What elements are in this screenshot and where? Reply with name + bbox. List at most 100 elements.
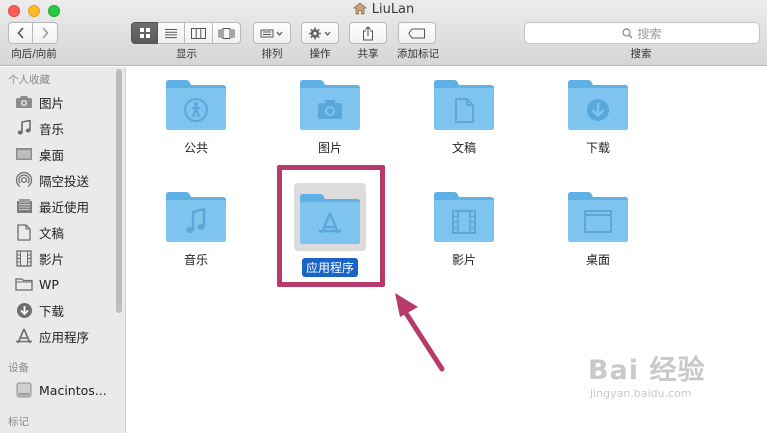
search-icon	[622, 27, 633, 38]
arrange-group	[253, 22, 291, 44]
tag-icon	[408, 28, 425, 38]
folder-item-downloads[interactable]: 下载	[538, 77, 658, 157]
sidebar-item-movies[interactable]: 影片	[14, 247, 64, 269]
sidebar-item-label: 音乐	[39, 121, 65, 137]
document-icon	[14, 223, 34, 241]
folder-item-desktop[interactable]: 桌面	[538, 189, 658, 269]
sidebar-item-label: 影片	[39, 251, 65, 267]
sidebar-item-wp[interactable]: WP	[14, 273, 59, 295]
tags-label: 添加标记	[397, 48, 439, 60]
sidebar-item-music[interactable]: 音乐	[14, 117, 64, 139]
sidebar-item-macintosh-hd[interactable]: Macintos...	[14, 379, 107, 401]
sidebar-item-label: 图片	[39, 95, 65, 111]
share-button[interactable]	[349, 22, 387, 44]
columns-icon	[191, 27, 206, 39]
sidebar-item-label: 桌面	[39, 147, 65, 163]
arrange-button[interactable]	[253, 22, 291, 44]
search-input[interactable]: 搜索	[524, 22, 760, 44]
folder-label: 音乐	[183, 253, 208, 267]
view-label: 显示	[176, 48, 197, 60]
folder-label: 公共	[183, 141, 208, 155]
window-toolbar: LiuLan 向后/向前 显示 排列 操作 共享 添加标记 搜索 搜索	[0, 0, 767, 66]
sidebar-item-airdrop[interactable]: 隔空投送	[14, 169, 89, 191]
sidebar-item-label: 文稿	[39, 225, 65, 241]
folder-icon	[14, 275, 34, 293]
forward-button[interactable]	[33, 22, 58, 44]
chevron-right-icon	[42, 27, 49, 39]
action-group	[301, 22, 339, 44]
watermark-url: jingyan.baidu.com	[590, 387, 692, 400]
sidebar-item-desktop[interactable]: 桌面	[14, 143, 64, 165]
favorites-header: 个人收藏	[8, 74, 50, 86]
tags-header: 标记	[8, 416, 29, 428]
folder-item-pictures[interactable]: 图片	[270, 77, 390, 157]
action-button[interactable]	[301, 22, 339, 44]
sidebar-item-label: 隔空投送	[39, 173, 90, 189]
desktop-folder-icon	[568, 192, 628, 242]
share-icon	[363, 25, 373, 40]
sidebar-item-recents[interactable]: 最近使用	[14, 195, 89, 217]
back-forward-label: 向后/向前	[11, 48, 57, 60]
sidebar-item-pictures[interactable]: 图片	[14, 91, 64, 113]
folder-item-movies[interactable]: 影片	[404, 189, 524, 269]
hard-drive-icon	[14, 381, 34, 399]
sidebar-item-documents[interactable]: 文稿	[14, 221, 64, 243]
airdrop-icon	[14, 171, 34, 189]
search-placeholder: 搜索	[637, 26, 662, 41]
highlight-annotation-box	[277, 165, 385, 287]
gallery-view-button[interactable]	[213, 22, 241, 44]
back-button[interactable]	[8, 22, 33, 44]
sidebar-item-applications[interactable]: 应用程序	[14, 325, 89, 347]
add-tag-button[interactable]	[398, 22, 436, 44]
sidebar: 个人收藏 图片 音乐 桌面 隔空投送 最近使用 文稿 影片 WP 下载 应用程序…	[0, 67, 126, 433]
list-icon	[165, 28, 177, 38]
back-forward-group	[8, 22, 58, 44]
devices-header: 设备	[8, 362, 29, 374]
camera-icon	[14, 93, 34, 111]
icon-view-button[interactable]	[131, 22, 158, 44]
music-folder-icon	[166, 192, 226, 242]
folder-item-public[interactable]: 公共	[136, 77, 256, 157]
music-note-icon	[14, 119, 34, 137]
view-mode-group	[131, 22, 241, 44]
folder-label: 图片	[317, 141, 342, 155]
search-label: 搜索	[630, 48, 652, 60]
sidebar-scrollbar[interactable]	[116, 69, 122, 313]
chevron-left-icon	[16, 27, 24, 39]
sidebar-item-label: 应用程序	[39, 329, 90, 345]
recents-icon	[14, 197, 34, 215]
watermark-brand: Bai 经验	[588, 355, 706, 386]
folder-label: 桌面	[585, 253, 610, 267]
cover-flow-icon	[218, 27, 235, 39]
downloads-folder-icon	[568, 80, 628, 130]
applications-icon	[14, 327, 34, 345]
movies-folder-icon	[434, 192, 494, 242]
folder-item-documents[interactable]: 文稿	[404, 77, 524, 157]
list-view-button[interactable]	[158, 22, 185, 44]
column-view-button[interactable]	[185, 22, 213, 44]
baidu-watermark: Bai 经验 jingyan.baidu.com	[588, 348, 705, 400]
arrange-icon	[260, 29, 283, 37]
tags-group	[398, 22, 436, 44]
arrange-label: 排列	[261, 48, 283, 60]
share-group	[349, 22, 387, 44]
share-label: 共享	[357, 48, 379, 60]
annotation-arrow-icon	[395, 293, 445, 372]
action-label: 操作	[309, 48, 331, 60]
folder-label: 文稿	[451, 141, 476, 155]
sidebar-item-label: 最近使用	[39, 199, 90, 215]
sidebar-item-label: 下载	[39, 303, 65, 319]
gear-icon	[309, 27, 331, 39]
home-icon	[352, 2, 367, 20]
folder-label: 下载	[585, 141, 610, 155]
grid-icon	[139, 28, 150, 38]
window-title-text: LiuLan	[371, 2, 415, 17]
documents-folder-icon	[434, 80, 494, 130]
desktop-icon	[14, 145, 34, 163]
sidebar-item-label: Macintos...	[39, 382, 107, 398]
public-folder-icon	[166, 80, 226, 130]
pictures-folder-icon	[300, 80, 360, 130]
sidebar-item-downloads[interactable]: 下载	[14, 299, 64, 321]
folder-item-music[interactable]: 音乐	[136, 189, 256, 269]
folder-label: 影片	[451, 253, 476, 267]
